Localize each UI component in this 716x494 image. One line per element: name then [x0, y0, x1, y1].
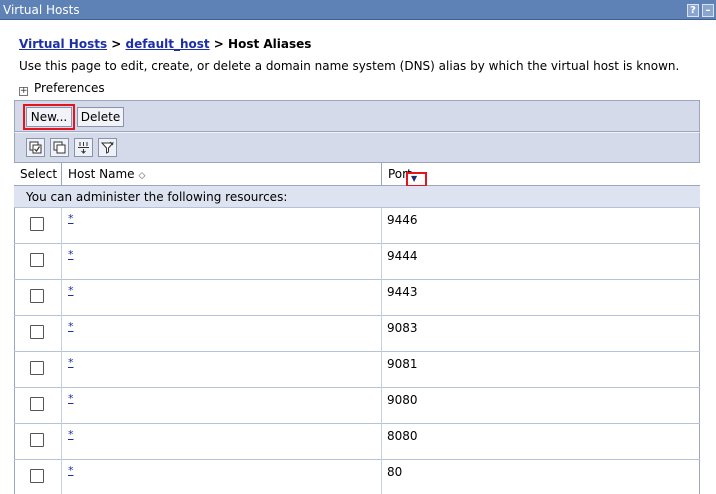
host-name-link[interactable]: * — [68, 212, 74, 225]
row-checkbox[interactable] — [30, 253, 44, 267]
table-row: * 9446 — [14, 208, 700, 244]
delete-button[interactable]: Delete — [77, 107, 124, 127]
preferences-toggle[interactable]: + Preferences — [19, 81, 105, 96]
chevron-down-icon: ▼ — [411, 174, 418, 183]
expand-icon: + — [19, 86, 28, 96]
port-value: 9446 — [387, 213, 418, 227]
resource-message: You can administer the following resourc… — [14, 186, 700, 208]
port-column-menu-button[interactable]: ▼ — [406, 172, 427, 187]
table-row: * 9081 — [14, 352, 700, 388]
breadcrumb-separator: > — [209, 37, 229, 51]
host-name-header-label: Host Name — [68, 167, 135, 181]
port-value: 9443 — [387, 285, 418, 299]
table-row: * 9443 — [14, 280, 700, 316]
row-checkbox[interactable] — [30, 325, 44, 339]
select-all-icon[interactable] — [26, 138, 45, 157]
column-header-select: Select — [14, 163, 62, 186]
host-name-link[interactable]: * — [68, 428, 74, 441]
port-value: 9083 — [387, 321, 418, 335]
breadcrumb-default-host-link[interactable]: default_host — [126, 37, 210, 51]
breadcrumb-current-page: Host Aliases — [228, 37, 312, 51]
host-name-link[interactable]: * — [68, 248, 74, 261]
deselect-all-icon[interactable] — [50, 138, 69, 157]
host-name-link[interactable]: * — [68, 392, 74, 405]
window-titlebar: Virtual Hosts ? – — [0, 0, 716, 20]
row-checkbox[interactable] — [30, 217, 44, 231]
port-value: 8080 — [387, 429, 418, 443]
clear-filter-icon[interactable] — [98, 138, 117, 157]
breadcrumb-virtual-hosts-link[interactable]: Virtual Hosts — [19, 37, 107, 51]
help-button[interactable]: ? — [687, 4, 699, 17]
row-checkbox[interactable] — [30, 469, 44, 483]
row-checkbox[interactable] — [30, 433, 44, 447]
host-name-link[interactable]: * — [68, 464, 74, 477]
host-name-link[interactable]: * — [68, 320, 74, 333]
preferences-label: Preferences — [34, 81, 105, 95]
table-row: * 80 — [14, 460, 700, 494]
port-value: 9444 — [387, 249, 418, 263]
table-row: * 9080 — [14, 388, 700, 424]
port-value: 9081 — [387, 357, 418, 371]
breadcrumb: Virtual Hosts > default_host > Host Alia… — [19, 37, 311, 51]
row-checkbox[interactable] — [30, 361, 44, 375]
page-description: Use this page to edit, create, or delete… — [19, 59, 680, 73]
port-value: 9080 — [387, 393, 418, 407]
host-name-link[interactable]: * — [68, 284, 74, 297]
sort-icon[interactable]: ◇ — [139, 171, 146, 181]
column-header-host-name[interactable]: Host Name ◇ — [62, 163, 382, 186]
breadcrumb-separator: > — [107, 37, 126, 51]
new-button[interactable]: New... — [23, 104, 75, 130]
table-row: * 9083 — [14, 316, 700, 352]
row-checkbox[interactable] — [30, 289, 44, 303]
minimize-button[interactable]: – — [702, 4, 714, 17]
show-filter-icon[interactable] — [74, 138, 93, 157]
column-header-port: Port — [382, 163, 700, 186]
table-row: * 8080 — [14, 424, 700, 460]
table-row: * 9444 — [14, 244, 700, 280]
host-name-link[interactable]: * — [68, 356, 74, 369]
port-value: 80 — [387, 465, 403, 479]
window-title: Virtual Hosts — [3, 3, 80, 17]
row-checkbox[interactable] — [30, 397, 44, 411]
